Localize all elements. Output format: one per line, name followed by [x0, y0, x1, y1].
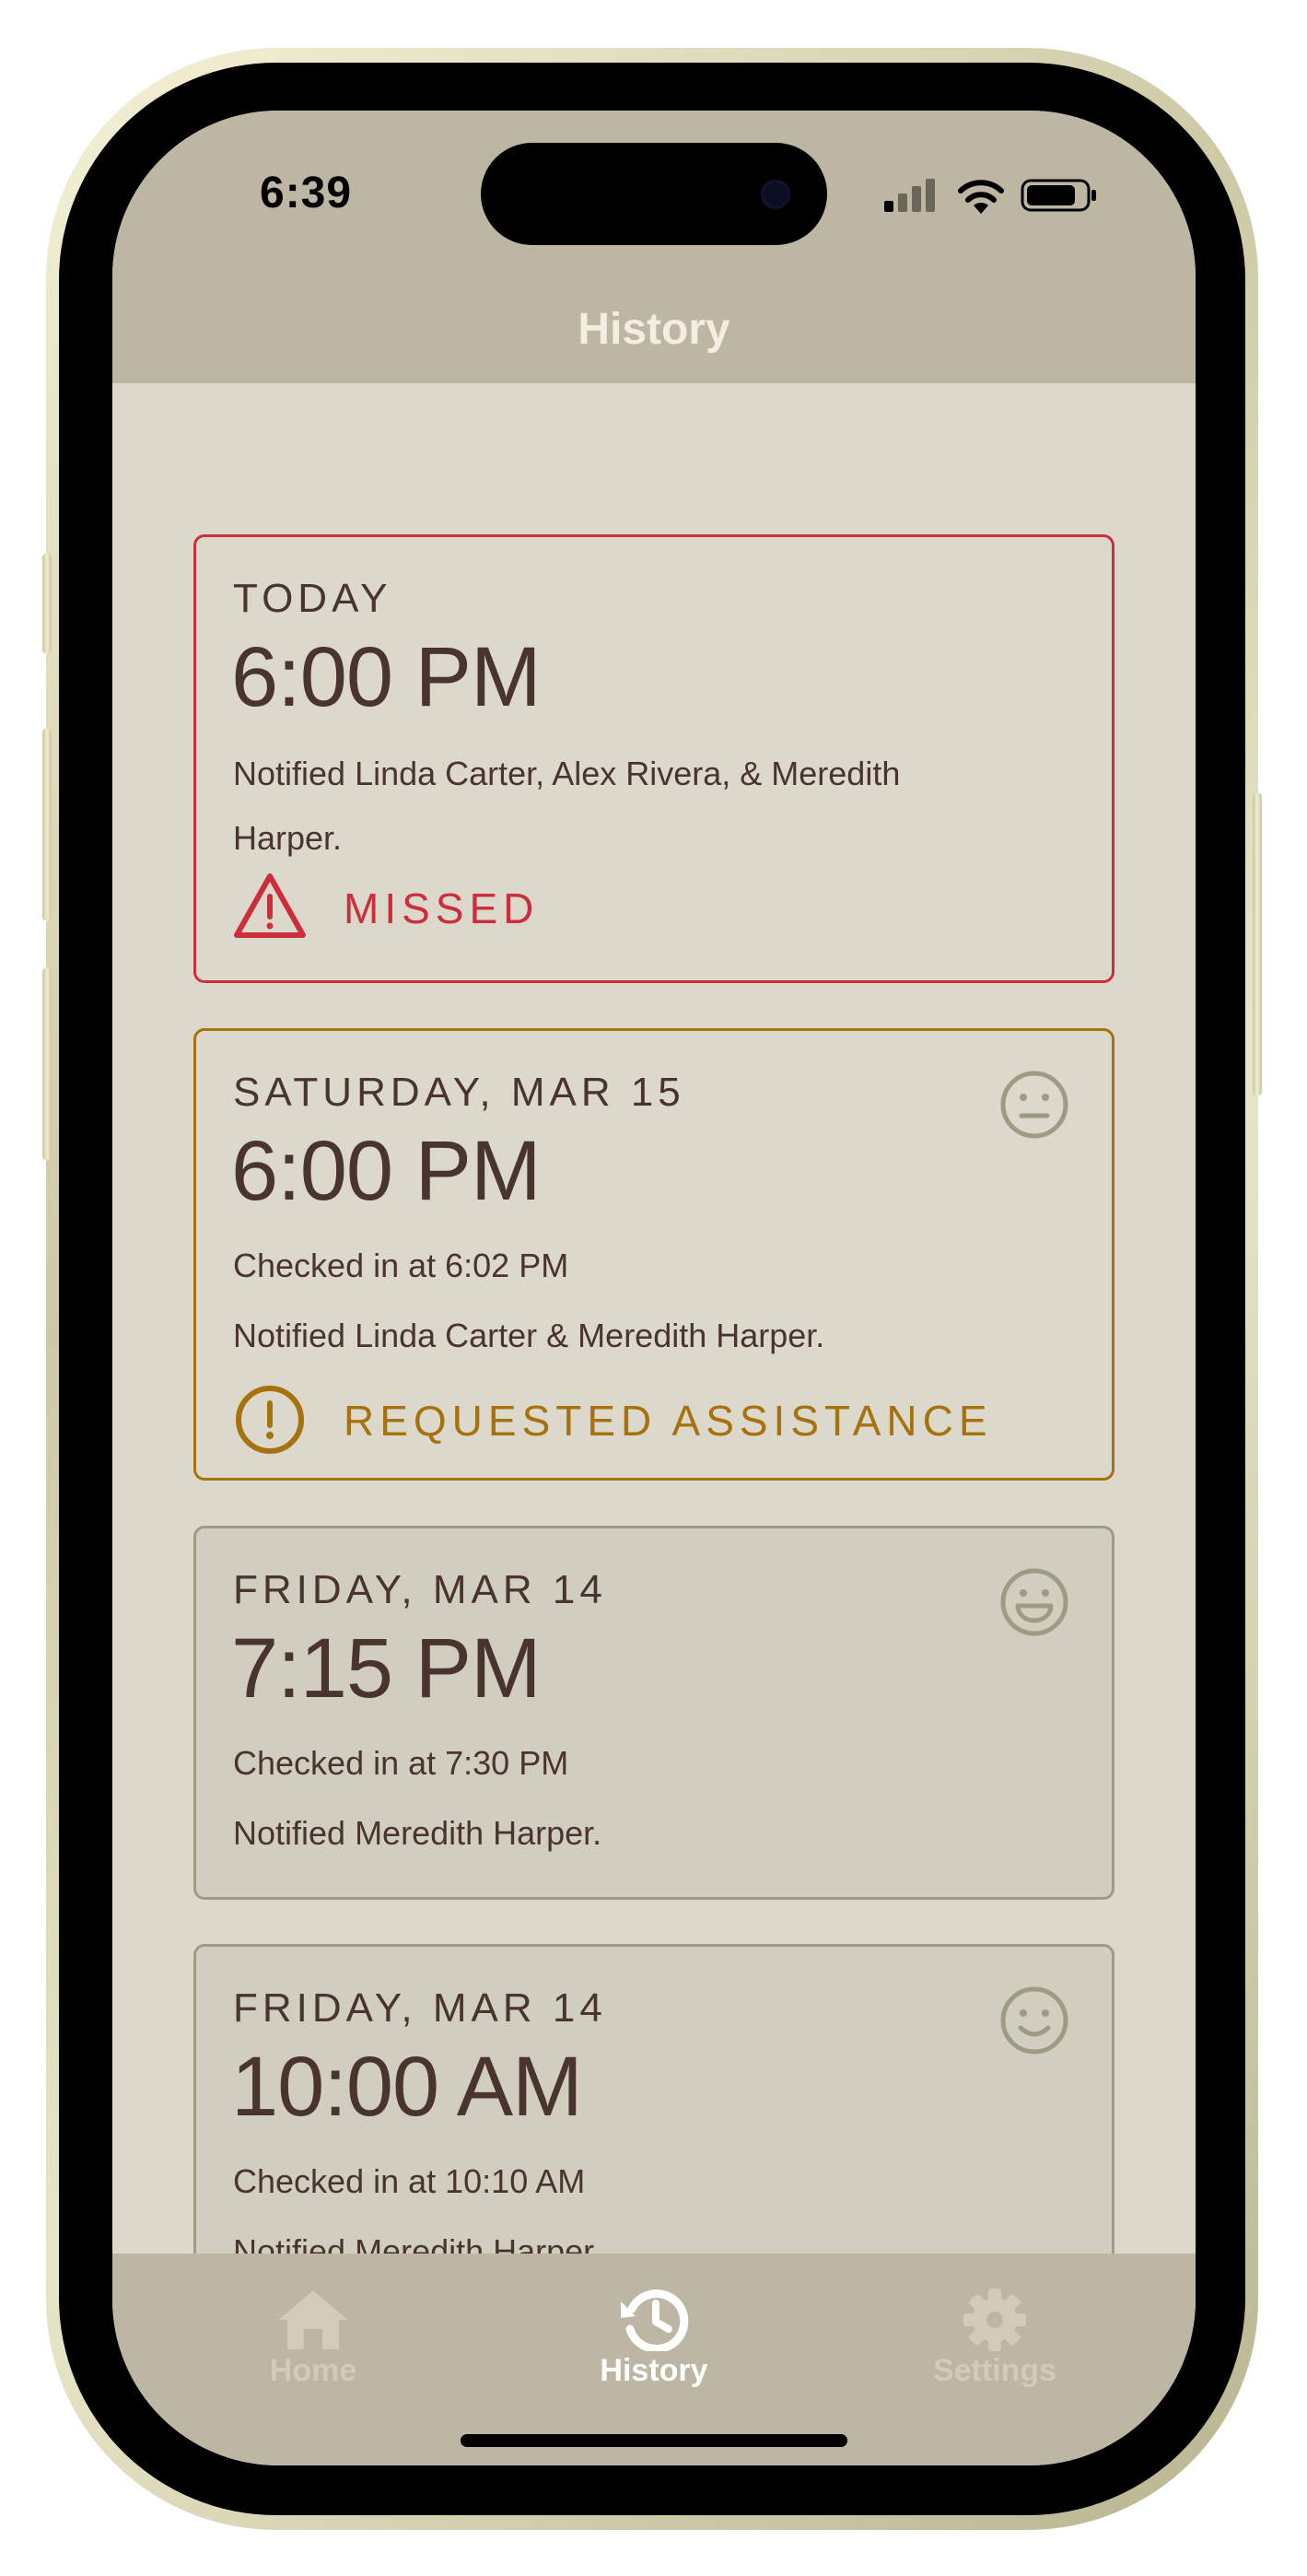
- smiling-face-icon: [1000, 1986, 1068, 2055]
- top-bar: 6:39 History: [112, 111, 1196, 383]
- entry-time: 10:00 AM: [231, 2040, 583, 2134]
- gear-icon: [963, 2289, 1026, 2351]
- history-entry-missed[interactable]: TODAY 6:00 PM Notified Linda Carter, Ale…: [193, 534, 1114, 983]
- exclamation-circle-icon: [236, 1386, 304, 1454]
- status-time: 6:39: [260, 169, 353, 217]
- entry-date: SATURDAY, MAR 15: [233, 1070, 685, 1115]
- page-title: History: [578, 305, 730, 354]
- power-button: [1253, 792, 1262, 1096]
- status-missed: MISSED: [233, 871, 786, 944]
- status-icons: [882, 177, 1103, 223]
- history-clock-icon: [621, 2289, 689, 2351]
- entry-notified-text: Notified Linda Carter, Alex Rivera, & Me…: [233, 755, 901, 857]
- home-indicator: [461, 2434, 847, 2447]
- tab-label: Settings: [932, 2353, 1057, 2388]
- entry-notified-text: Notified Linda Carter & Meredith Harper.: [233, 1317, 825, 1354]
- status-label: REQUESTED ASSISTANCE: [344, 1397, 993, 1445]
- house-icon: [278, 2290, 348, 2349]
- entry-date: TODAY: [233, 576, 392, 621]
- warning-triangle-icon: [234, 873, 306, 938]
- status-label: MISSED: [344, 884, 540, 932]
- entry-checked-in: Checked in at 6:02 PM: [233, 1247, 569, 1284]
- history-entry-assistance[interactable]: SATURDAY, MAR 15 6:00 PM Checked in at 6…: [193, 1028, 1114, 1481]
- tab-history[interactable]: History: [562, 2287, 746, 2389]
- entry-time: 6:00 PM: [231, 1124, 542, 1218]
- entry-checked-in: Checked in at 7:30 PM: [233, 1744, 569, 1782]
- tab-label: History: [600, 2353, 708, 2388]
- tab-label: Home: [269, 2353, 357, 2388]
- screen: 6:39 History TODAY 6:00 PM Notified Lind…: [112, 111, 1196, 2465]
- grinning-face-icon: [1000, 1568, 1068, 1636]
- battery-icon: [1021, 179, 1096, 212]
- volume-down-button: [42, 967, 52, 1161]
- history-entry[interactable]: FRIDAY, MAR 14 7:15 PM Checked in at 7:3…: [193, 1526, 1114, 1900]
- dynamic-island: [481, 143, 827, 245]
- history-list: TODAY 6:00 PM Notified Linda Carter, Ale…: [112, 383, 1196, 2318]
- volume-up-button: [42, 728, 52, 921]
- entry-notified-text: Notified Meredith Harper.: [233, 1814, 602, 1852]
- entry-date: FRIDAY, MAR 14: [233, 1567, 607, 1612]
- entry-time: 7:15 PM: [231, 1622, 542, 1715]
- neutral-face-icon: [1000, 1071, 1068, 1139]
- entry-date: FRIDAY, MAR 14: [233, 1985, 607, 2031]
- entry-time: 6:00 PM: [231, 630, 542, 724]
- action-button: [42, 553, 52, 654]
- camera-icon: [761, 180, 790, 209]
- status-requested-assistance: REQUESTED ASSISTANCE: [233, 1383, 1025, 1457]
- entry-checked-in: Checked in at 10:10 AM: [233, 2162, 586, 2200]
- tab-settings[interactable]: Settings: [903, 2287, 1087, 2389]
- wifi-icon: [958, 180, 1004, 214]
- tab-home[interactable]: Home: [221, 2287, 405, 2389]
- cellular-signal-icon: [884, 179, 935, 212]
